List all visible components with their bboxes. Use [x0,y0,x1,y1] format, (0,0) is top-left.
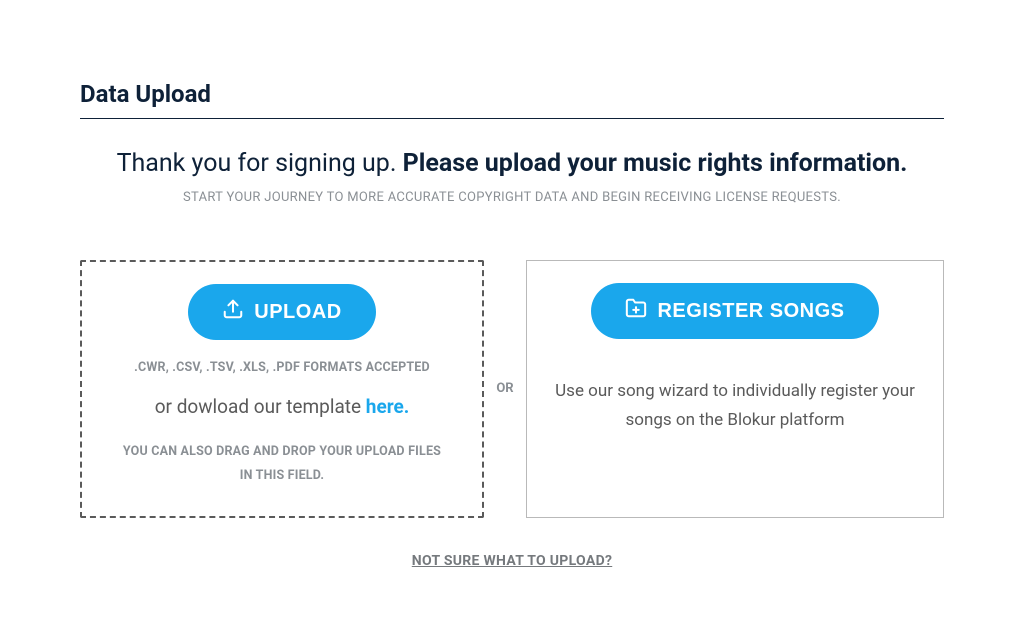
register-description: Use our song wizard to individually regi… [555,377,915,435]
register-songs-button[interactable]: REGISTER SONGS [591,283,878,339]
folder-plus-icon [625,297,647,325]
register-button-label: REGISTER SONGS [657,300,844,323]
sub-intro-text: START YOUR JOURNEY TO MORE ACCURATE COPY… [80,190,944,205]
intro-normal-text: Thank you for signing up. [117,149,403,178]
intro-bold-text: Please upload your music rights informat… [403,149,908,178]
template-row: or dowload our template here. [155,395,410,418]
options-row: UPLOAD .CWR, .CSV, .TSV, .XLS, .PDF FORM… [80,260,944,518]
template-prefix-text: or dowload our template [155,395,366,418]
intro-row: Thank you for signing up. Please upload … [80,149,944,178]
accepted-formats-text: .CWR, .CSV, .TSV, .XLS, .PDF FORMATS ACC… [134,360,430,375]
register-panel: REGISTER SONGS Use our song wizard to in… [526,260,944,518]
upload-icon [222,298,244,326]
title-divider [80,118,944,119]
drag-drop-hint: YOU CAN ALSO DRAG AND DROP YOUR UPLOAD F… [117,440,447,488]
upload-dropzone[interactable]: UPLOAD .CWR, .CSV, .TSV, .XLS, .PDF FORM… [80,260,484,518]
upload-button-label: UPLOAD [254,301,341,324]
or-divider: OR [484,260,526,518]
upload-button[interactable]: UPLOAD [188,284,375,340]
not-sure-help-link[interactable]: NOT SURE WHAT TO UPLOAD? [80,553,944,569]
page-title: Data Upload [80,80,944,108]
download-template-link[interactable]: here. [366,395,409,418]
